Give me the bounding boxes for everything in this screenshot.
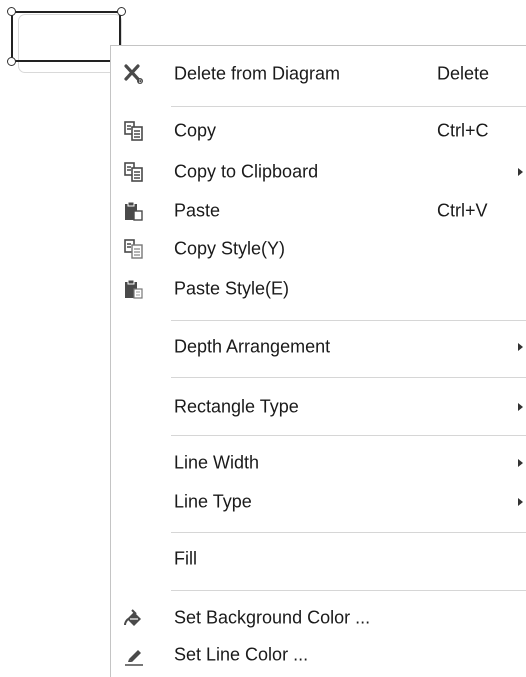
menu-item-label: Set Background Color ... xyxy=(174,607,371,628)
menu-item-rectangle-type[interactable]: Rectangle Type xyxy=(111,391,526,423)
menu-item-label: Fill xyxy=(174,548,197,569)
menu-item-shortcut: Ctrl+C xyxy=(437,120,489,141)
menu-item-fill[interactable]: Fill xyxy=(111,543,526,575)
copy-clipboard-icon xyxy=(123,161,145,183)
resize-handle-top-right[interactable] xyxy=(117,7,126,16)
submenu-arrow-icon xyxy=(518,498,523,506)
diagram-canvas[interactable]: D Delete from Diagram Delete Copy Ctrl+C xyxy=(0,0,526,677)
menu-item-set-line-color[interactable]: Set Line Color ... xyxy=(111,639,526,671)
menu-item-line-type[interactable]: Line Type xyxy=(111,486,526,518)
menu-item-shortcut: Ctrl+V xyxy=(437,200,488,221)
menu-separator xyxy=(171,435,526,436)
context-menu: D Delete from Diagram Delete Copy Ctrl+C xyxy=(110,45,526,677)
menu-item-paste[interactable]: Paste Ctrl+V xyxy=(111,195,526,227)
menu-separator xyxy=(171,106,526,107)
menu-item-copy[interactable]: Copy Ctrl+C xyxy=(111,115,526,147)
pen-line-icon xyxy=(123,644,145,666)
menu-separator xyxy=(171,377,526,378)
paste-style-icon xyxy=(123,278,145,300)
menu-item-paste-style[interactable]: Paste Style(E) xyxy=(111,273,526,305)
menu-item-set-background-color[interactable]: Set Background Color ... xyxy=(111,602,526,634)
submenu-arrow-icon xyxy=(518,459,523,467)
menu-item-label: Set Line Color ... xyxy=(174,644,309,665)
paste-icon xyxy=(123,200,145,222)
svg-text:D: D xyxy=(139,79,142,84)
menu-item-shortcut: Delete xyxy=(437,63,490,84)
submenu-arrow-icon xyxy=(518,168,523,176)
resize-handle-bottom-left[interactable] xyxy=(7,57,16,66)
menu-item-copy-style[interactable]: Copy Style(Y) xyxy=(111,233,526,265)
menu-item-label: Rectangle Type xyxy=(174,396,299,417)
menu-item-line-width[interactable]: Line Width xyxy=(111,447,526,479)
copy-icon xyxy=(123,120,145,142)
menu-item-label: Depth Arrangement xyxy=(174,336,331,357)
menu-separator xyxy=(171,532,526,533)
menu-separator xyxy=(171,590,526,591)
menu-item-label: Copy Style(Y) xyxy=(174,238,286,259)
menu-item-label: Line Type xyxy=(174,491,252,512)
submenu-arrow-icon xyxy=(518,343,523,351)
paint-bucket-icon xyxy=(123,607,145,629)
resize-handle-top-left[interactable] xyxy=(7,7,16,16)
menu-item-delete-from-diagram[interactable]: D Delete from Diagram Delete xyxy=(111,58,526,90)
submenu-arrow-icon xyxy=(518,403,523,411)
menu-item-label: Paste xyxy=(174,200,221,221)
menu-item-depth-arrangement[interactable]: Depth Arrangement xyxy=(111,331,526,363)
selection-box xyxy=(11,11,121,62)
menu-item-copy-to-clipboard[interactable]: Copy to Clipboard xyxy=(111,156,526,188)
copy-style-icon xyxy=(123,238,145,260)
menu-separator xyxy=(171,320,526,321)
menu-item-label: Delete from Diagram xyxy=(174,63,341,84)
menu-item-label: Copy xyxy=(174,120,217,141)
menu-item-label: Copy to Clipboard xyxy=(174,161,319,182)
menu-item-label: Paste Style(E) xyxy=(174,278,290,299)
menu-item-label: Line Width xyxy=(174,452,260,473)
delete-x-icon: D xyxy=(123,63,145,85)
